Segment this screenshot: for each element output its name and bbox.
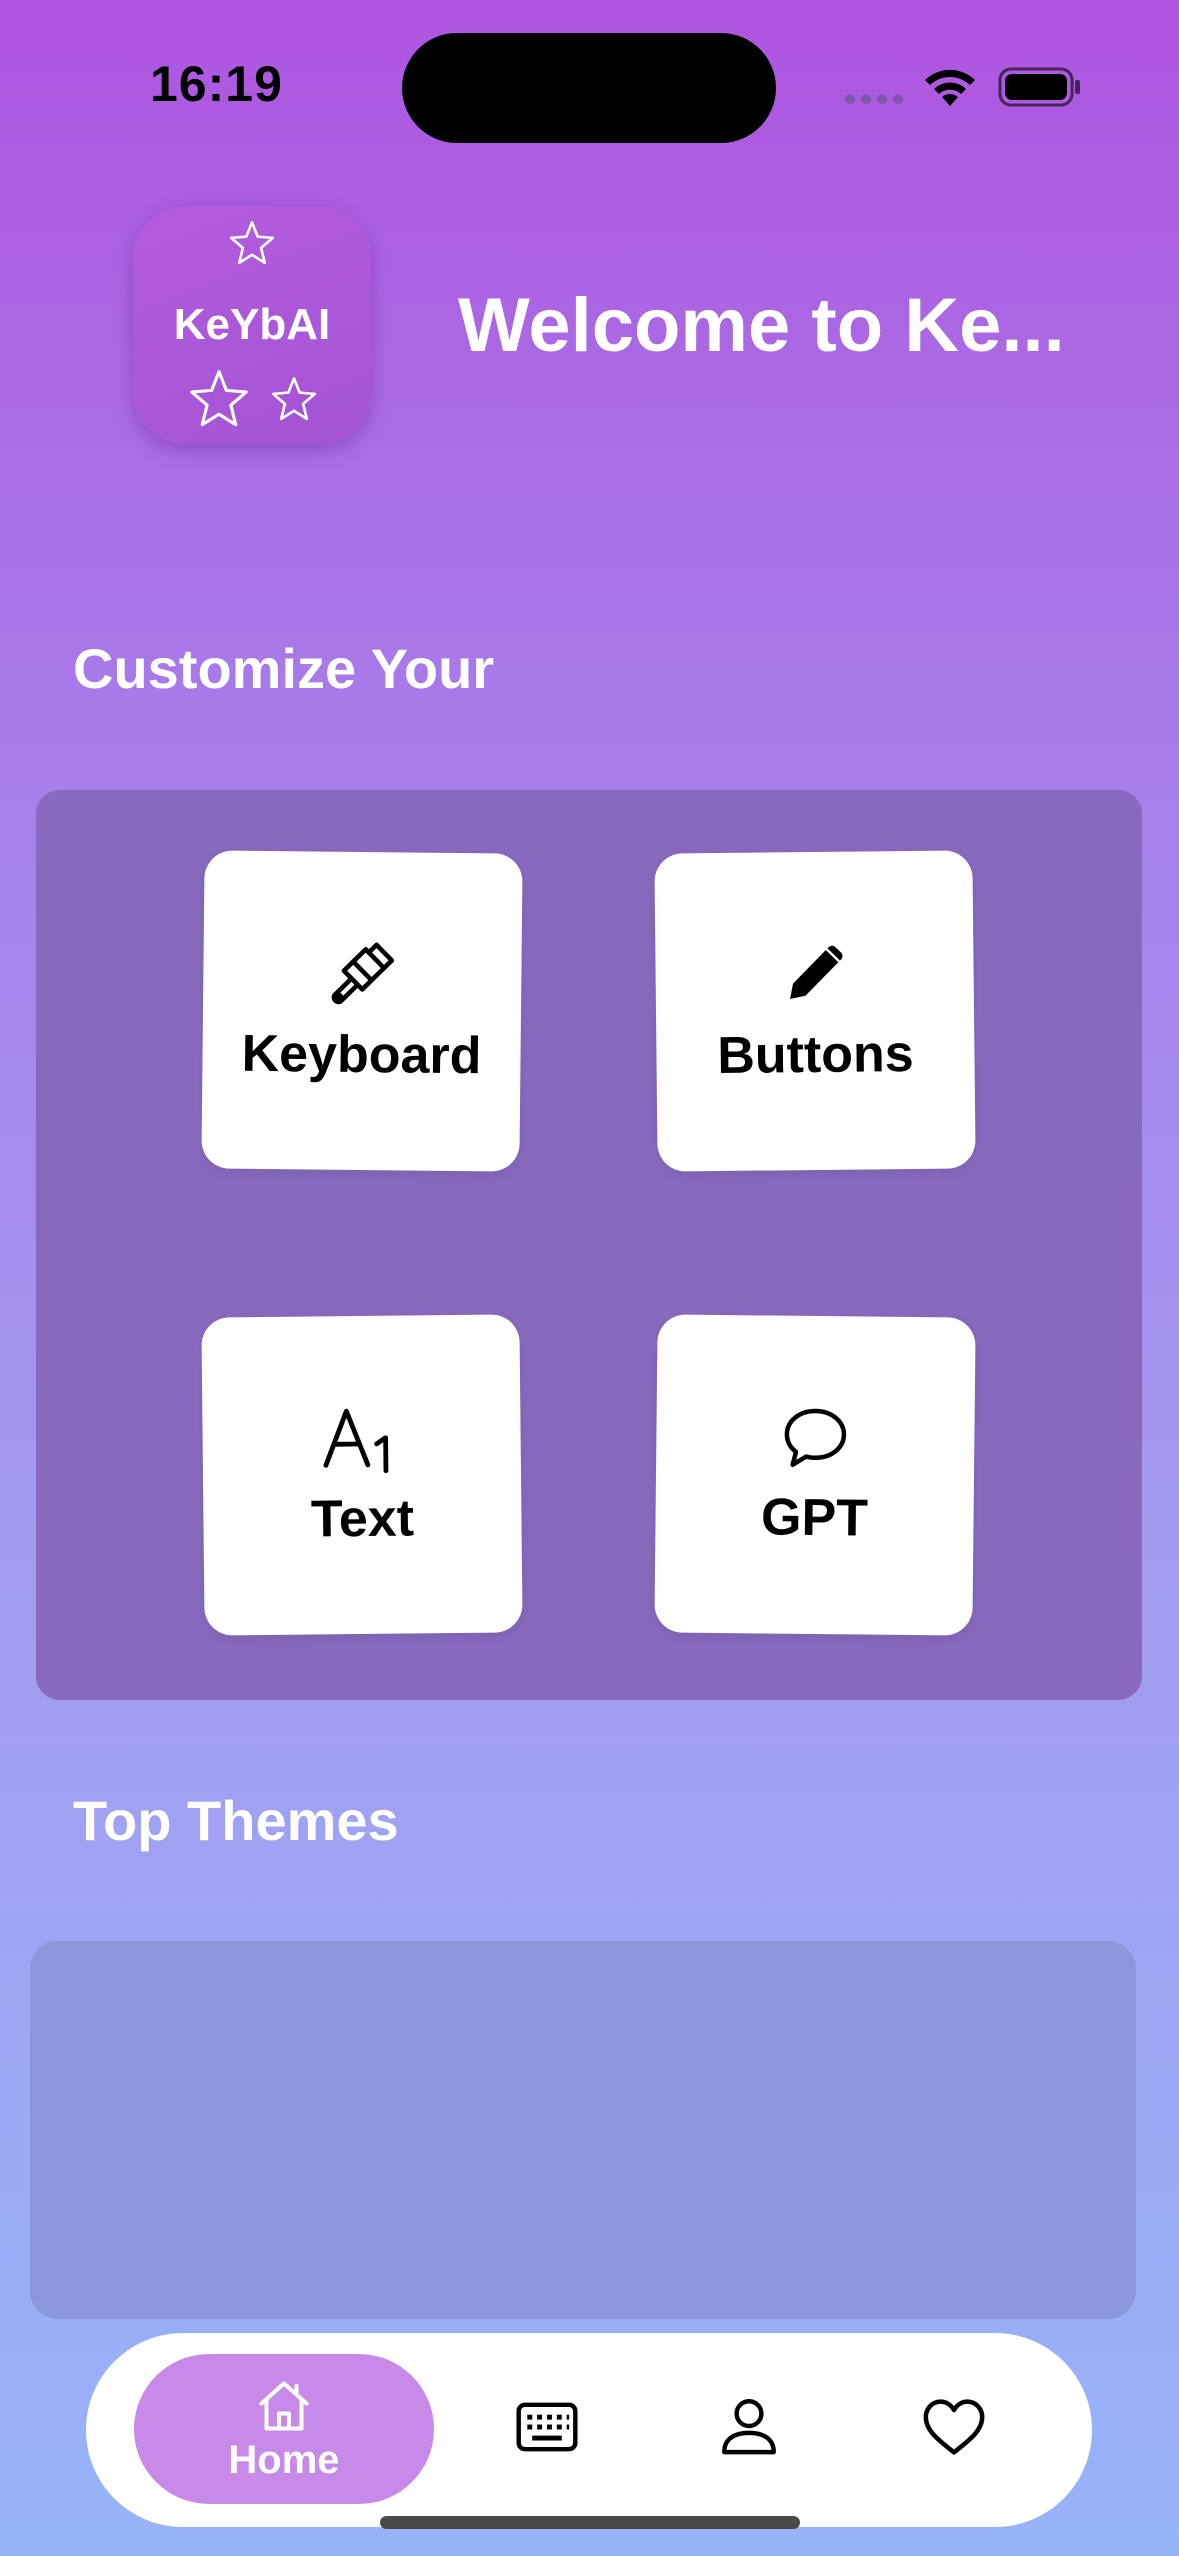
top-themes-carousel[interactable] (30, 1941, 1136, 2319)
star-icon (271, 377, 317, 421)
home-indicator (380, 2516, 800, 2529)
top-themes-title: Top Themes (73, 1789, 399, 1852)
keyboard-icon[interactable] (515, 2397, 579, 2457)
card-label: Text (310, 1489, 415, 1549)
keyboard-card[interactable]: Keyboard (201, 850, 523, 1172)
star-icon (190, 370, 248, 427)
house-icon (259, 2381, 309, 2430)
app-logo: KeYbAI (133, 206, 371, 444)
card-label: GPT (760, 1488, 869, 1548)
logo-text: KeYbAI (173, 300, 331, 349)
buttons-card[interactable]: Buttons (654, 850, 976, 1172)
cellular-signal-icon (845, 94, 903, 104)
text-format-icon (323, 1408, 389, 1474)
wifi-icon (925, 69, 975, 106)
dynamic-island (402, 33, 776, 143)
battery-icon (998, 67, 1080, 107)
gpt-card[interactable]: GPT (654, 1314, 976, 1636)
paintbrush-icon (331, 942, 395, 1005)
tab-home[interactable]: Home (134, 2354, 434, 2504)
star-icon (229, 221, 275, 265)
card-label: Keyboard (241, 1024, 482, 1086)
customize-section-title: Customize Your (73, 637, 495, 700)
heart-icon[interactable] (920, 2396, 988, 2458)
pencil-icon (790, 945, 843, 999)
card-label: Buttons (716, 1024, 914, 1086)
customize-panel (36, 790, 1142, 1700)
text-card[interactable]: Text (201, 1314, 523, 1636)
person-icon[interactable] (716, 2393, 782, 2459)
welcome-title: Welcome to Ke... (458, 283, 1065, 368)
tab-home-label: Home (228, 2437, 340, 2482)
status-time: 16:19 (150, 56, 283, 112)
chat-bubble-icon (784, 1408, 847, 1468)
